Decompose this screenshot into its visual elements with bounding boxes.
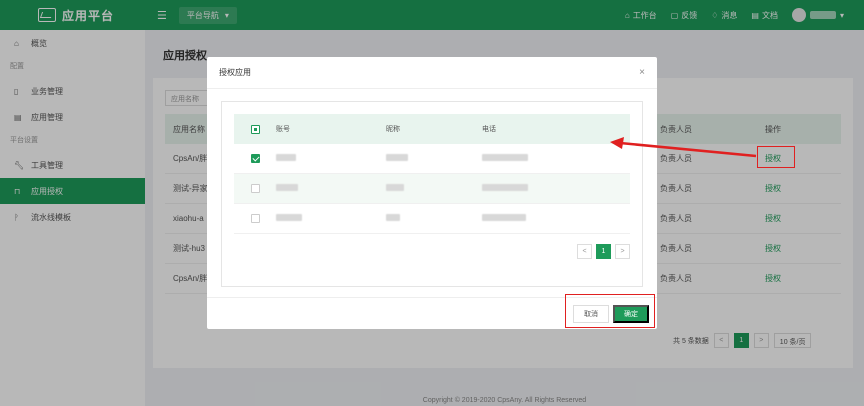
account-redacted [276, 154, 296, 161]
dialog-header: 授权应用 × [207, 57, 657, 89]
table-row [234, 174, 630, 204]
close-icon[interactable]: × [639, 67, 645, 78]
annotation-arrow [610, 137, 757, 158]
page-1-button[interactable]: 1 [596, 244, 611, 259]
users-pagination: < 1 > [577, 244, 630, 259]
phone-redacted [482, 214, 526, 221]
annotation-highlight-buttons [565, 294, 655, 328]
authorize-app-dialog: 授权应用 × 账号 昵称 电话 < 1 > 取消 确定 [207, 57, 657, 329]
row-checkbox[interactable] [250, 154, 260, 163]
account-redacted [276, 184, 298, 191]
nickname-redacted [386, 214, 400, 221]
dialog-title: 授权应用 [219, 68, 251, 77]
table-row [234, 144, 630, 174]
nickname-redacted [386, 154, 408, 161]
header-account: 账号 [276, 126, 290, 133]
prev-page-button[interactable]: < [577, 244, 592, 259]
annotation-highlight-authorize [757, 146, 795, 168]
row-checkbox[interactable] [250, 214, 260, 223]
users-table: 账号 昵称 电话 [234, 114, 630, 234]
dialog-body: 账号 昵称 电话 < 1 > [221, 101, 643, 287]
next-page-button[interactable]: > [615, 244, 630, 259]
table-row [234, 204, 630, 234]
phone-redacted [482, 184, 528, 191]
header-phone: 电话 [482, 126, 496, 133]
header-nickname: 昵称 [386, 126, 400, 133]
users-table-header: 账号 昵称 电话 [234, 114, 630, 144]
select-all-checkbox[interactable] [250, 124, 260, 134]
account-redacted [276, 214, 302, 221]
row-checkbox[interactable] [250, 184, 260, 193]
phone-redacted [482, 154, 528, 161]
nickname-redacted [386, 184, 404, 191]
